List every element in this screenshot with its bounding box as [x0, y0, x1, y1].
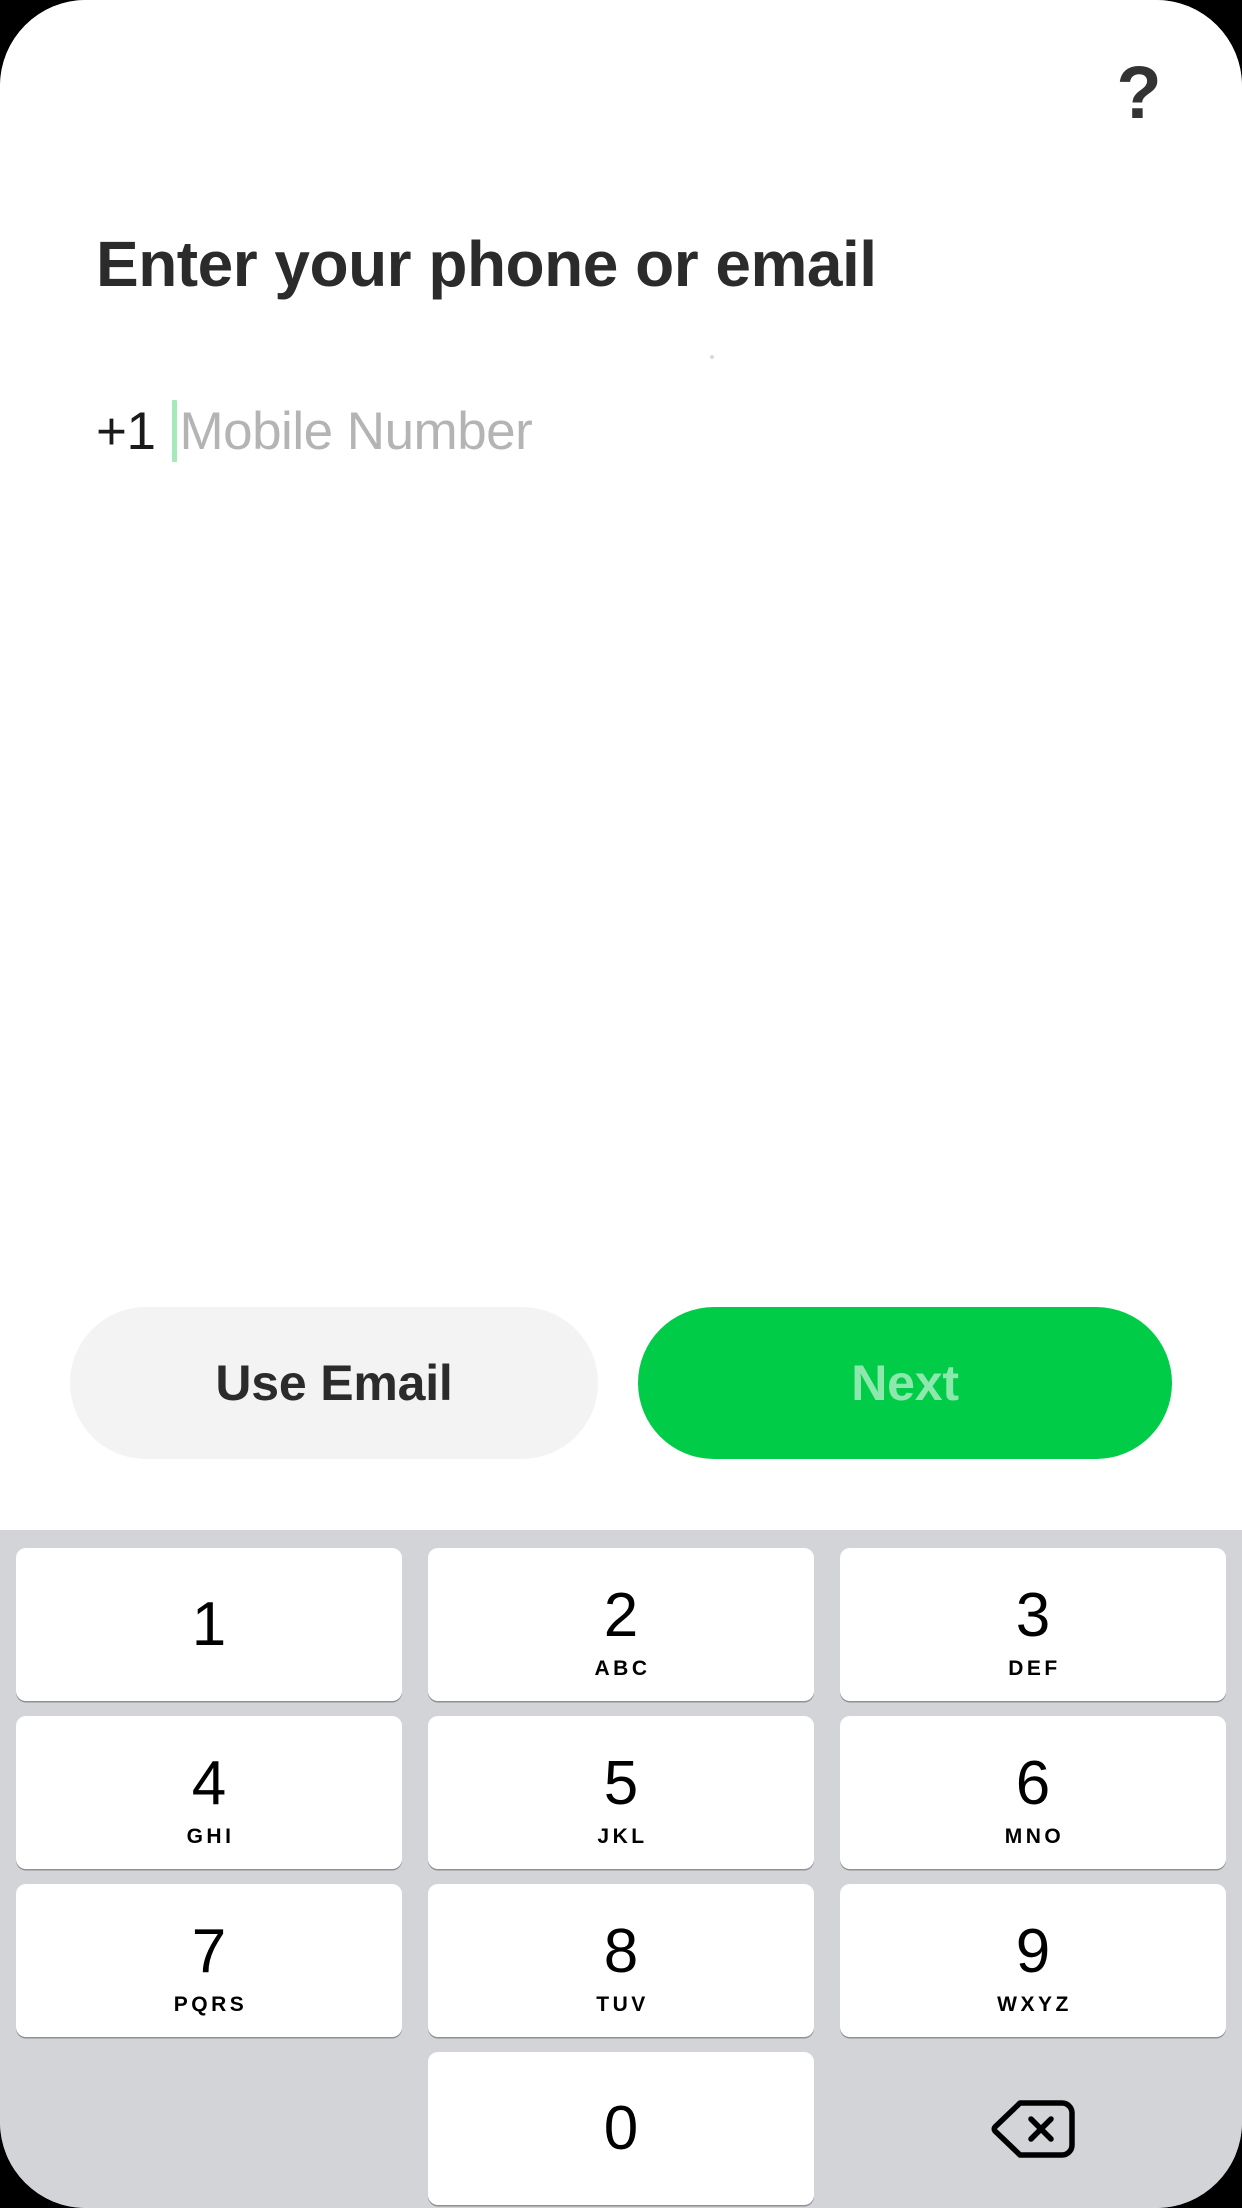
next-button[interactable]: Next — [638, 1307, 1172, 1459]
numeric-keypad: 1 2 ABC 3 DEF 4 GHI 5 JKL 6 MNO 7 PQRS 8… — [0, 1530, 1242, 2208]
text-caret — [172, 400, 178, 462]
key-letters: WXYZ — [997, 1992, 1072, 2016]
key-digit: 1 — [191, 1589, 227, 1659]
key-1[interactable]: 1 — [16, 1548, 402, 1701]
key-letters: PQRS — [173, 1992, 248, 2016]
key-digit: 7 — [191, 1916, 227, 1986]
key-digit: 3 — [1015, 1580, 1051, 1650]
backspace-key[interactable] — [840, 2052, 1226, 2205]
key-letters: DEF — [1008, 1656, 1061, 1680]
action-button-group: Use Email Next — [0, 1307, 1242, 1459]
device-frame: ? Enter your phone or email +1 Mobile Nu… — [0, 0, 1242, 2208]
key-letters: JKL — [597, 1824, 648, 1848]
key-digit: 0 — [603, 2093, 639, 2163]
signup-screen: ? Enter your phone or email +1 Mobile Nu… — [0, 0, 1242, 1530]
key-8[interactable]: 8 TUV — [428, 1884, 814, 2037]
key-letters: ABC — [594, 1656, 651, 1680]
keypad-row-2: 4 GHI 5 JKL 6 MNO — [0, 1716, 1242, 1869]
key-6[interactable]: 6 MNO — [840, 1716, 1226, 1869]
key-5[interactable]: 5 JKL — [428, 1716, 814, 1869]
decorative-dot — [710, 355, 714, 359]
use-email-button[interactable]: Use Email — [70, 1307, 598, 1459]
keypad-row-1: 1 2 ABC 3 DEF — [0, 1548, 1242, 1701]
phone-input-row[interactable]: +1 Mobile Number — [96, 395, 1146, 467]
key-digit: 6 — [1015, 1748, 1051, 1818]
keypad-row-3: 7 PQRS 8 TUV 9 WXYZ — [0, 1884, 1242, 2037]
key-letters: TUV — [596, 1992, 649, 2016]
key-letters: GHI — [186, 1824, 235, 1848]
key-digit: 9 — [1015, 1916, 1051, 1986]
phone-number-input[interactable]: Mobile Number — [179, 405, 532, 458]
key-digit: 2 — [603, 1580, 639, 1650]
help-icon[interactable]: ? — [1084, 38, 1194, 148]
key-0[interactable]: 0 — [428, 2052, 814, 2205]
key-digit: 5 — [603, 1748, 639, 1818]
key-3[interactable]: 3 DEF — [840, 1548, 1226, 1701]
page-title: Enter your phone or email — [96, 228, 877, 300]
key-digit: 4 — [191, 1748, 227, 1818]
keypad-row-4: 0 — [0, 2052, 1242, 2205]
country-code-label[interactable]: +1 — [96, 405, 156, 458]
key-9[interactable]: 9 WXYZ — [840, 1884, 1226, 2037]
key-4[interactable]: 4 GHI — [16, 1716, 402, 1869]
key-digit: 8 — [603, 1916, 639, 1986]
key-2[interactable]: 2 ABC — [428, 1548, 814, 1701]
key-letters: MNO — [1004, 1824, 1065, 1848]
backspace-icon — [990, 2097, 1076, 2161]
help-icon-glyph: ? — [1116, 51, 1162, 134]
key-7[interactable]: 7 PQRS — [16, 1884, 402, 2037]
